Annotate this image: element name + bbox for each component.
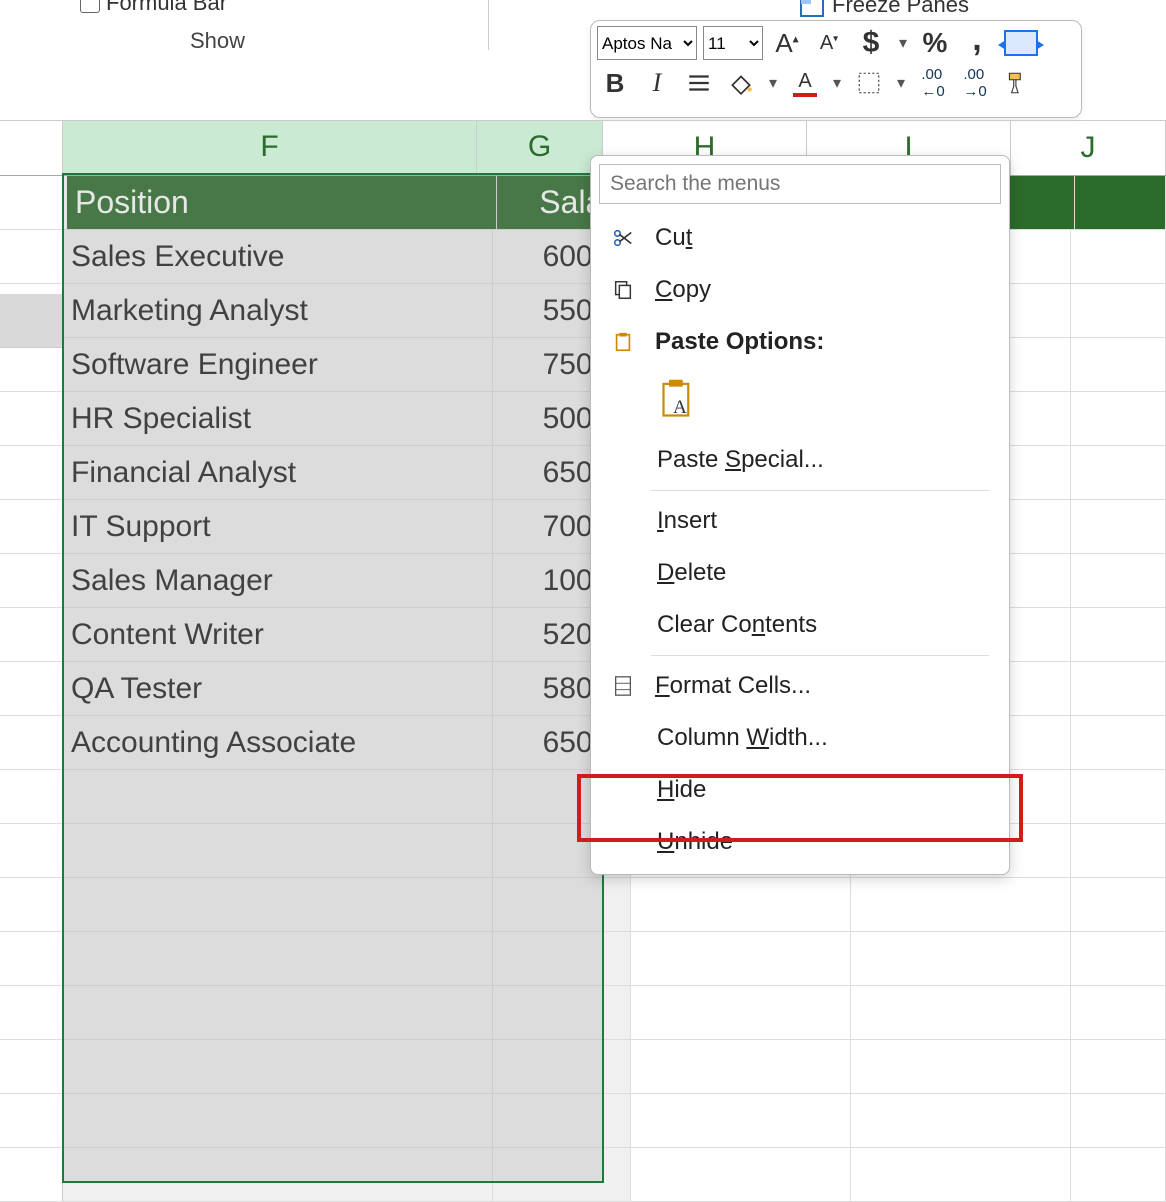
cell-position[interactable]: QA Tester xyxy=(63,662,493,715)
borders-dropdown-icon[interactable]: ▾ xyxy=(893,73,909,93)
fill-bucket-icon xyxy=(728,70,754,96)
cell-position[interactable]: HR Specialist xyxy=(63,392,493,445)
format-cells-icon xyxy=(609,675,637,697)
column-header-G[interactable]: G xyxy=(477,121,603,175)
freeze-panes-label: Freeze Panes xyxy=(832,0,969,18)
currency-format-button[interactable]: $ xyxy=(853,25,889,61)
table-row-empty[interactable] xyxy=(0,1094,1166,1148)
menu-hide-label: Hide xyxy=(657,776,706,803)
font-color-button[interactable]: A xyxy=(787,65,823,101)
fill-color-dropdown-icon[interactable]: ▾ xyxy=(765,73,781,93)
freeze-panes-icon xyxy=(800,0,824,17)
table-row-empty[interactable] xyxy=(0,932,1166,986)
currency-dropdown-icon[interactable]: ▾ xyxy=(895,33,911,53)
menu-copy-label: Copy xyxy=(655,276,711,303)
borders-button[interactable] xyxy=(851,65,887,101)
menu-paste-special-label: Paste Special... xyxy=(657,446,824,473)
decrease-decimal-button[interactable]: .00←0 xyxy=(915,65,951,101)
menu-delete-label: Delete xyxy=(657,559,726,586)
cell-position[interactable]: Sales Executive xyxy=(63,230,493,283)
svg-text:A: A xyxy=(673,397,687,418)
ribbon-divider xyxy=(488,0,489,50)
cell-position[interactable]: Accounting Associate xyxy=(63,716,493,769)
cell-position[interactable]: Content Writer xyxy=(63,608,493,661)
comma-format-button[interactable]: , xyxy=(959,25,995,61)
formula-bar-label: Formula Bar xyxy=(106,0,227,16)
table-row-empty[interactable] xyxy=(0,1148,1166,1202)
increase-decimal-button[interactable]: .00→0 xyxy=(957,65,993,101)
menu-hide[interactable]: Hide xyxy=(591,764,1009,816)
menu-copy[interactable]: Copy xyxy=(591,264,1009,316)
menu-clear-contents[interactable]: Clear Contents xyxy=(591,599,1009,651)
percent-format-button[interactable]: % xyxy=(917,25,953,61)
font-color-dropdown-icon[interactable]: ▾ xyxy=(829,73,845,93)
font-size-select[interactable]: 11 xyxy=(703,26,763,60)
paste-keep-text-button[interactable]: A xyxy=(653,372,707,426)
ribbon-group-show: Show xyxy=(190,28,245,54)
menu-separator xyxy=(651,655,989,656)
align-icon xyxy=(686,70,712,96)
row-header-active[interactable] xyxy=(0,294,63,348)
checkbox-icon xyxy=(80,0,100,13)
column-header-F[interactable]: F xyxy=(63,121,477,175)
menu-format-cells[interactable]: Format Cells... xyxy=(591,660,1009,712)
menu-separator xyxy=(651,490,989,491)
menu-insert-label: Insert xyxy=(657,507,717,534)
copy-icon xyxy=(609,279,637,301)
bold-button[interactable]: B xyxy=(597,65,633,101)
menu-cut-label: Cut xyxy=(655,224,692,251)
decrease-font-button[interactable]: A▾ xyxy=(811,25,847,61)
menu-cut[interactable]: Cut xyxy=(591,212,1009,264)
cell-position[interactable]: Software Engineer xyxy=(63,338,493,391)
font-name-select[interactable]: Aptos Na xyxy=(597,26,697,60)
increase-font-button[interactable]: A▴ xyxy=(769,25,805,61)
clipboard-icon xyxy=(609,331,637,353)
header-position: Position xyxy=(63,176,497,229)
column-header-J[interactable]: J xyxy=(1011,121,1166,175)
menu-paste-special[interactable]: Paste Special... xyxy=(591,434,1009,486)
autofit-icon xyxy=(1004,30,1038,56)
menu-unhide-label: Unhide xyxy=(657,828,733,855)
menu-paste-options-label: Paste Options: xyxy=(655,328,824,356)
cell-position[interactable]: Financial Analyst xyxy=(63,446,493,499)
menu-insert[interactable]: Insert xyxy=(591,495,1009,547)
menu-search-input[interactable] xyxy=(599,164,1001,204)
align-button[interactable] xyxy=(681,65,717,101)
borders-icon xyxy=(856,70,882,96)
table-row-empty[interactable] xyxy=(0,1040,1166,1094)
menu-delete[interactable]: Delete xyxy=(591,547,1009,599)
context-menu: Cut Copy Paste Options: A Paste Special.… xyxy=(590,155,1010,875)
table-row-empty[interactable] xyxy=(0,986,1166,1040)
menu-unhide[interactable]: Unhide xyxy=(591,816,1009,868)
menu-format-cells-label: Format Cells... xyxy=(655,672,811,699)
italic-button[interactable]: I xyxy=(639,65,675,101)
format-painter-button[interactable] xyxy=(999,65,1035,101)
cell-position[interactable]: IT Support xyxy=(63,500,493,553)
menu-column-width[interactable]: Column Width... xyxy=(591,712,1009,764)
mini-toolbar: Aptos Na 11 A▴ A▾ $ ▾ % , B I ▾ A ▾ ▾ .0… xyxy=(590,20,1082,118)
cell-position[interactable]: Sales Manager xyxy=(63,554,493,607)
menu-clear-contents-label: Clear Contents xyxy=(657,611,817,638)
scissors-icon xyxy=(609,227,637,249)
paste-text-icon: A xyxy=(658,377,702,421)
menu-paste-options: Paste Options: xyxy=(591,316,1009,368)
menu-column-width-label: Column Width... xyxy=(657,724,828,751)
fill-color-button[interactable] xyxy=(723,65,759,101)
freeze-panes-button[interactable]: Freeze Panes xyxy=(800,0,969,18)
cell-position[interactable]: Marketing Analyst xyxy=(63,284,493,337)
paintbrush-icon xyxy=(1004,70,1030,96)
autofit-column-button[interactable] xyxy=(1001,25,1041,61)
formula-bar-option[interactable]: Formula Bar xyxy=(80,0,227,16)
table-row-empty[interactable] xyxy=(0,878,1166,932)
